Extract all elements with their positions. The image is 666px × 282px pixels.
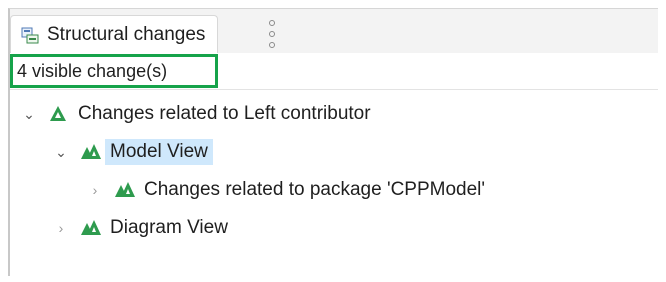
structural-changes-view: Structural changes 4 visible change(s) ⌄… [8,8,658,276]
chevron-down-icon[interactable]: ⌄ [20,106,38,123]
status-text: 4 visible change(s) [17,60,168,81]
view-tabbar: Structural changes [10,9,658,54]
change-triangle-icon [80,142,102,162]
tree-node-label: Changes related to Left contributor [78,103,371,124]
change-triangle-icon [48,104,70,124]
view-menu-icon[interactable] [268,20,276,48]
tree-node-cppmodel-package[interactable]: › Changes related to package 'CPPModel' [86,173,485,207]
chevron-down-icon[interactable]: ⌄ [52,144,70,161]
tree-node-label: Model View [105,139,213,165]
change-triangle-icon [80,218,102,238]
tree-node-diagram-view[interactable]: › Diagram View [52,211,228,245]
change-triangle-icon [114,180,136,200]
structural-changes-tab[interactable]: Structural changes [10,15,219,54]
chevron-right-icon[interactable]: › [52,220,70,236]
structure-view-icon [21,26,39,44]
tree-node-left-contributor[interactable]: ⌄ Changes related to Left contributor [20,97,371,131]
visible-changes-count: 4 visible change(s) [10,54,218,88]
chevron-right-icon[interactable]: › [86,182,104,198]
tab-title: Structural changes [47,24,206,45]
tree-node-model-view[interactable]: ⌄ Model View [52,135,213,169]
tree-node-label: Changes related to package 'CPPModel' [144,179,486,200]
tree-node-label: Diagram View [110,217,228,238]
status-row: 4 visible change(s) [10,53,658,90]
